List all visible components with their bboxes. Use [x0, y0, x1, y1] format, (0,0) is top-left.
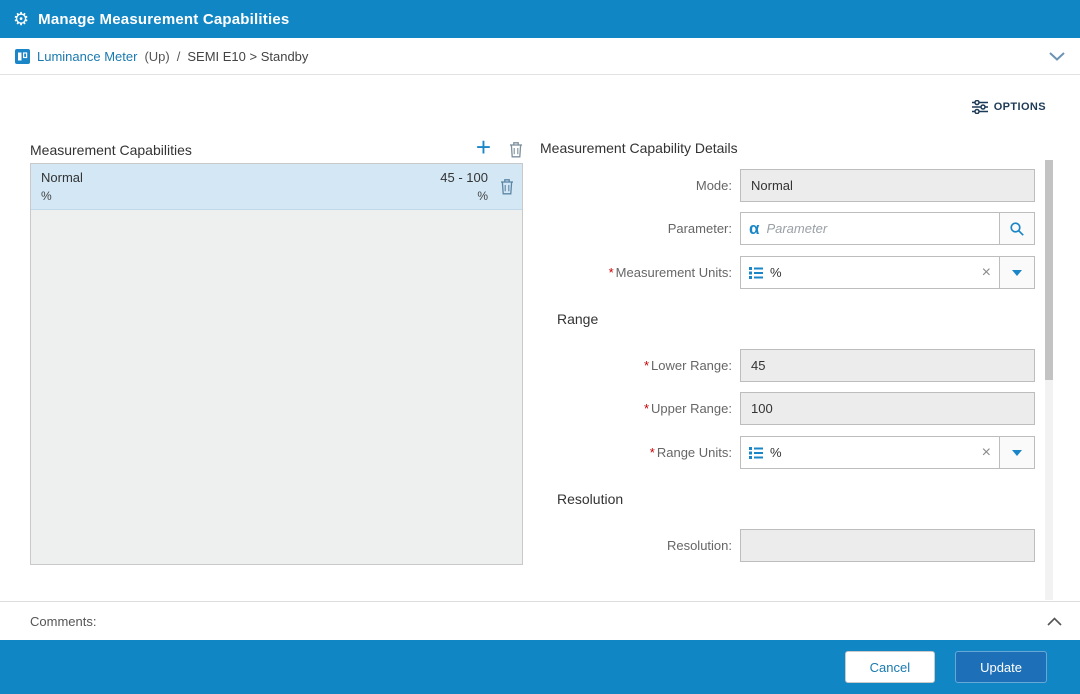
measurement-units-value: % — [770, 265, 782, 280]
capability-list-item[interactable]: Normal % 45 - 100 % — [31, 164, 522, 210]
breadcrumb-path: SEMI E10 > Standby — [187, 48, 309, 64]
options-sliders-icon — [971, 100, 988, 114]
range-units-row: * Range Units: % × — [540, 436, 1043, 469]
alpha-icon: α — [749, 219, 760, 238]
capability-details-panel: Measurement Capability Details Mode: Par… — [540, 140, 1043, 562]
trash-icon — [510, 142, 522, 158]
required-marker: * — [643, 401, 650, 416]
list-icon — [749, 446, 763, 459]
capability-mode: Normal — [41, 170, 83, 185]
measurement-units-row: * Measurement Units: % × — [540, 256, 1043, 289]
breadcrumb: Luminance Meter (Up) / SEMI E10 > Standb… — [0, 38, 1080, 75]
title-bar: ⚙ Manage Measurement Capabilities — [0, 0, 1080, 38]
range-units-value: % — [770, 445, 782, 460]
lower-range-label: * Lower Range: — [643, 358, 732, 373]
capabilities-listbox: Normal % 45 - 100 % — [30, 163, 523, 565]
parameter-field: α — [740, 212, 1000, 245]
clear-icon[interactable]: × — [982, 444, 991, 461]
measurement-units-field[interactable]: % × — [740, 256, 1000, 289]
required-marker: * — [643, 358, 650, 373]
details-scrollbar-thumb[interactable] — [1045, 160, 1053, 380]
breadcrumb-device-link[interactable]: Luminance Meter — [37, 49, 137, 64]
clear-icon[interactable]: × — [982, 264, 991, 281]
lower-range-row: * Lower Range: — [540, 349, 1043, 382]
comments-label: Comments: — [30, 613, 97, 629]
add-capability-button[interactable]: + — [476, 134, 491, 160]
footer-bar: Cancel Update — [0, 640, 1080, 694]
resolution-label: Resolution: — [666, 538, 732, 553]
chevron-down-icon — [1012, 449, 1022, 456]
measurement-units-dropdown-button[interactable] — [999, 256, 1035, 289]
device-icon — [15, 48, 30, 64]
range-units-field[interactable]: % × — [740, 436, 1000, 469]
breadcrumb-up-link[interactable]: (Up) — [144, 49, 169, 64]
list-icon — [749, 266, 763, 279]
required-marker: * — [649, 445, 655, 460]
details-title: Measurement Capability Details — [540, 140, 738, 156]
cancel-button[interactable]: Cancel — [844, 651, 936, 683]
details-scrollbar-track[interactable] — [1045, 160, 1053, 600]
measurement-units-label: * Measurement Units: — [608, 265, 732, 280]
capabilities-list-title: Measurement Capabilities — [30, 142, 192, 158]
chevron-up-icon — [1047, 616, 1062, 626]
range-units-label: * Range Units: — [649, 445, 732, 460]
capability-units: % — [41, 189, 52, 203]
capability-item-right: 45 - 100 % — [440, 170, 500, 203]
mode-row: Mode: — [540, 169, 1043, 202]
options-label: OPTIONS — [993, 101, 1046, 113]
capability-item-left: Normal % — [41, 170, 83, 203]
lower-range-input[interactable] — [740, 349, 1035, 382]
parameter-row: Parameter: α — [540, 212, 1043, 245]
trash-icon — [501, 179, 513, 195]
upper-range-label: * Upper Range: — [643, 401, 732, 416]
window-title: Manage Measurement Capabilities — [38, 10, 290, 28]
mode-label: Mode: — [695, 178, 732, 193]
capability-range: 45 - 100 — [440, 170, 488, 185]
required-marker: * — [608, 265, 614, 280]
comments-collapse-button[interactable] — [1047, 616, 1062, 626]
update-button[interactable]: Update — [955, 651, 1047, 683]
range-section-title: Range — [557, 311, 599, 327]
mode-input[interactable] — [740, 169, 1035, 202]
resolution-input[interactable] — [740, 529, 1035, 562]
resolution-section-title: Resolution — [557, 491, 624, 507]
comments-section-header[interactable]: Comments: — [0, 601, 1080, 640]
resolution-row: Resolution: — [540, 529, 1043, 562]
gear-icon: ⚙ — [13, 9, 30, 29]
chevron-down-icon — [1012, 269, 1022, 276]
range-units-dropdown-button[interactable] — [999, 436, 1035, 469]
upper-range-input[interactable] — [740, 392, 1035, 425]
parameter-input[interactable] — [766, 221, 991, 236]
manage-measurement-capabilities-window: ⚙ Manage Measurement Capabilities Lumina… — [0, 0, 1080, 694]
parameter-search-button[interactable] — [999, 212, 1035, 245]
search-icon — [1010, 221, 1024, 236]
delete-row-button[interactable] — [500, 178, 514, 195]
capabilities-list-header: Measurement Capabilities + — [30, 132, 523, 160]
upper-range-row: * Upper Range: — [540, 392, 1043, 425]
breadcrumb-separator: / — [176, 48, 181, 64]
capability-range-units: % — [477, 189, 488, 203]
breadcrumb-expand-button[interactable] — [1049, 51, 1065, 61]
chevron-down-icon — [1049, 51, 1065, 61]
delete-capability-button[interactable] — [509, 141, 523, 158]
parameter-label: Parameter: — [667, 221, 732, 236]
options-button[interactable]: OPTIONS — [971, 100, 1046, 114]
